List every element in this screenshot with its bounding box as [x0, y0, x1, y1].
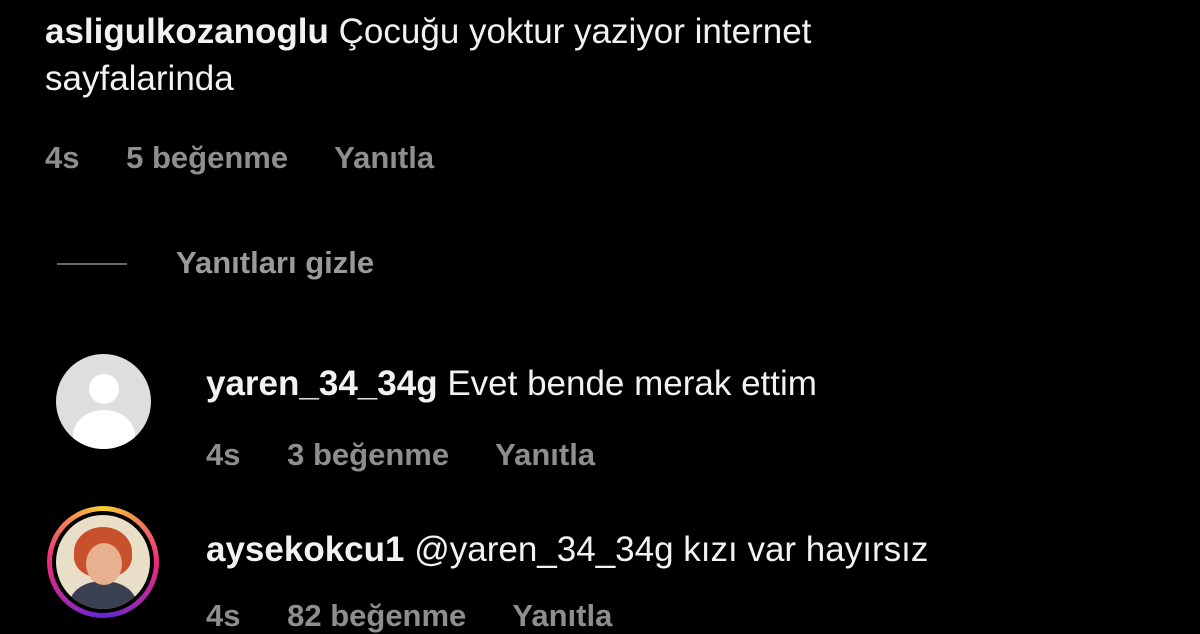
reply-text: yaren_34_34g Evet bende merak ettim — [206, 360, 817, 407]
reply-body: @yaren_34_34g kızı var hayırsız — [414, 530, 929, 569]
reply-likes[interactable]: 3 beğenme — [287, 437, 449, 472]
comment-likes[interactable]: 5 beğenme — [126, 140, 288, 175]
reply-username[interactable]: yaren_34_34g — [206, 364, 438, 403]
comment-time: 4s — [45, 140, 80, 175]
comment-body-line2: sayfalarinda — [45, 59, 234, 98]
profile-photo-story-ring[interactable] — [47, 506, 159, 618]
comment-body-line1: Çocuğu yoktur yaziyor internet — [338, 12, 812, 51]
reply-username[interactable]: aysekokcu1 — [206, 530, 404, 569]
reply-body: Evet bende merak ettim — [447, 364, 817, 403]
reply-time: 4s — [206, 437, 241, 472]
reply-reply-button[interactable]: Yanıtla — [495, 437, 595, 472]
avatar — [56, 515, 150, 609]
comment-text: asligulkozanoglu Çocuğu yoktur yaziyor i… — [45, 8, 1145, 102]
reply-meta: 4s 3 beğenme Yanıtla — [206, 437, 633, 473]
hide-replies-divider — [57, 263, 127, 265]
default-user-icon[interactable] — [56, 354, 151, 449]
reply-text: aysekokcu1 @yaren_34_34g kızı var hayırs… — [206, 526, 928, 573]
reply-meta: 4s 82 beğenme Yanıtla — [206, 598, 650, 634]
hide-replies-button[interactable]: Yanıtları gizle — [176, 245, 374, 281]
comment-meta: 4s 5 beğenme Yanıtla — [45, 140, 472, 176]
comment-reply-button[interactable]: Yanıtla — [334, 140, 434, 175]
comment-username[interactable]: asligulkozanoglu — [45, 12, 329, 51]
